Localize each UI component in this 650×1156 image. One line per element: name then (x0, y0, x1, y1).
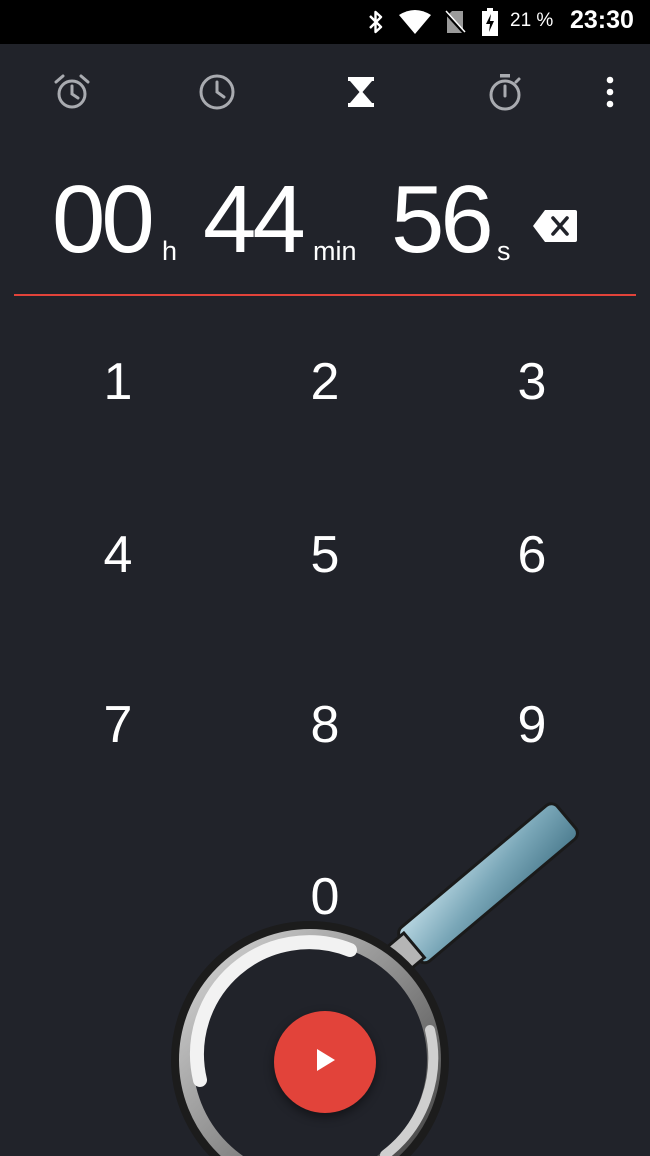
tab-alarm[interactable] (50, 72, 94, 116)
more-vert-icon (604, 75, 616, 114)
hours-unit: h (162, 236, 178, 266)
key-6[interactable]: 6 (462, 500, 602, 610)
key-5[interactable]: 5 (255, 500, 395, 610)
key-0[interactable]: 0 (255, 842, 395, 952)
key-7[interactable]: 7 (48, 670, 188, 780)
no-sim-icon (444, 9, 466, 35)
battery-charging-icon (481, 8, 499, 36)
key-4[interactable]: 4 (48, 500, 188, 610)
tab-timer[interactable] (339, 72, 383, 116)
alarm-clock-icon (52, 72, 92, 117)
seconds-value: 56 (391, 166, 494, 273)
backspace-button[interactable] (532, 208, 578, 244)
hourglass-icon (341, 72, 381, 117)
overflow-menu-button[interactable] (588, 72, 632, 116)
clock-icon (197, 72, 237, 117)
hours-value: 00 (52, 166, 155, 273)
battery-percent: 21 % (510, 10, 554, 31)
seconds-unit: s (497, 236, 511, 266)
key-3[interactable]: 3 (462, 327, 602, 437)
key-9[interactable]: 9 (462, 670, 602, 780)
play-icon (313, 1047, 337, 1078)
minutes-value: 44 (203, 166, 306, 273)
key-8[interactable]: 8 (255, 670, 395, 780)
stopwatch-icon (485, 72, 525, 117)
tab-clock[interactable] (195, 72, 239, 116)
timer-screen: 21 % 23:30 00 h 44 min 56 s 1 2 3 4 5 6 … (0, 0, 650, 1156)
input-underline (14, 294, 636, 296)
bluetooth-icon (366, 9, 386, 35)
clock-time: 23:30 (570, 6, 634, 34)
magnifier-icon (171, 802, 579, 1156)
key-1[interactable]: 1 (48, 327, 188, 437)
start-timer-button[interactable] (274, 1011, 376, 1113)
status-bar: 21 % 23:30 (0, 0, 650, 44)
key-2[interactable]: 2 (255, 327, 395, 437)
backspace-icon (532, 210, 578, 248)
tab-stopwatch[interactable] (483, 72, 527, 116)
minutes-unit: min (313, 236, 357, 266)
wifi-icon (398, 9, 432, 35)
